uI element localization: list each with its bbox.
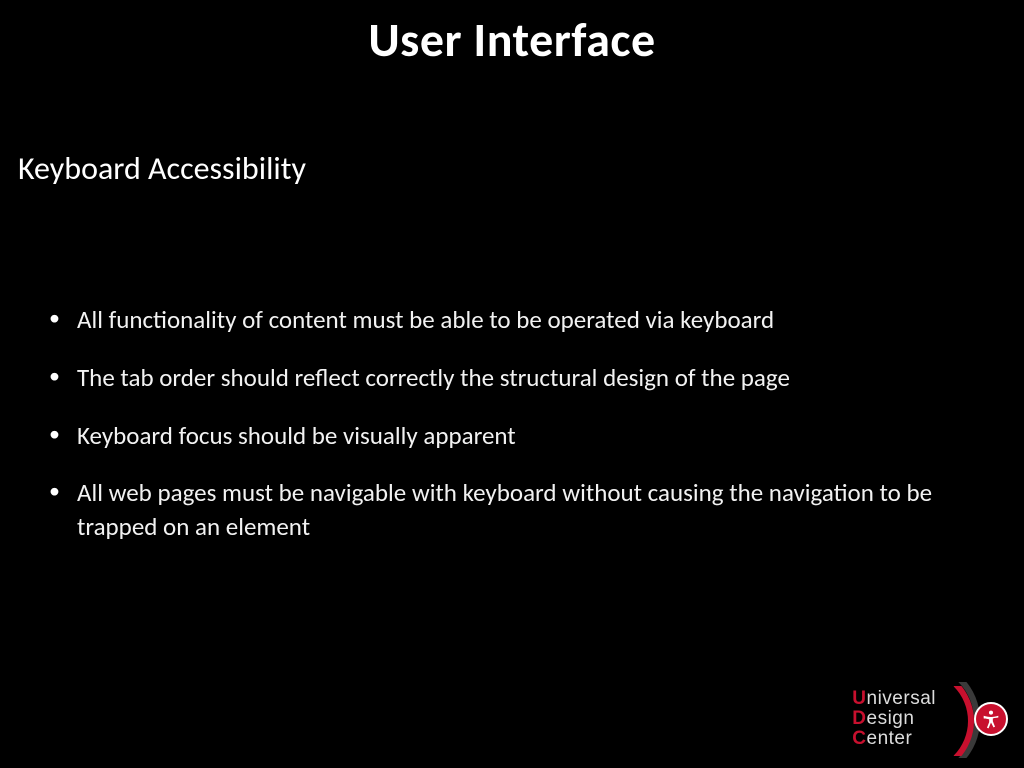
logo-text: Universal Design Center — [852, 689, 936, 749]
bullet-list: All functionality of content must be abl… — [0, 188, 1024, 544]
swoosh-icon — [940, 684, 968, 754]
logo-cap-c: C — [852, 728, 866, 749]
footer-logo: Universal Design Center — [852, 684, 1008, 754]
list-item: All web pages must be navigable with key… — [45, 476, 984, 544]
list-item: The tab order should reflect correctly t… — [45, 361, 984, 395]
accessibility-icon — [974, 702, 1008, 736]
logo-rest-2: esign — [867, 708, 915, 729]
logo-cap-d: D — [852, 708, 866, 729]
slide-title: User Interface — [0, 0, 1024, 69]
logo-cap-u: U — [852, 688, 866, 709]
logo-rest-1: niversal — [867, 688, 936, 709]
logo-rest-3: enter — [867, 728, 913, 749]
list-item: All functionality of content must be abl… — [45, 303, 984, 337]
list-item: Keyboard focus should be visually appare… — [45, 419, 984, 453]
slide-subtitle: Keyboard Accessibility — [0, 69, 1024, 188]
